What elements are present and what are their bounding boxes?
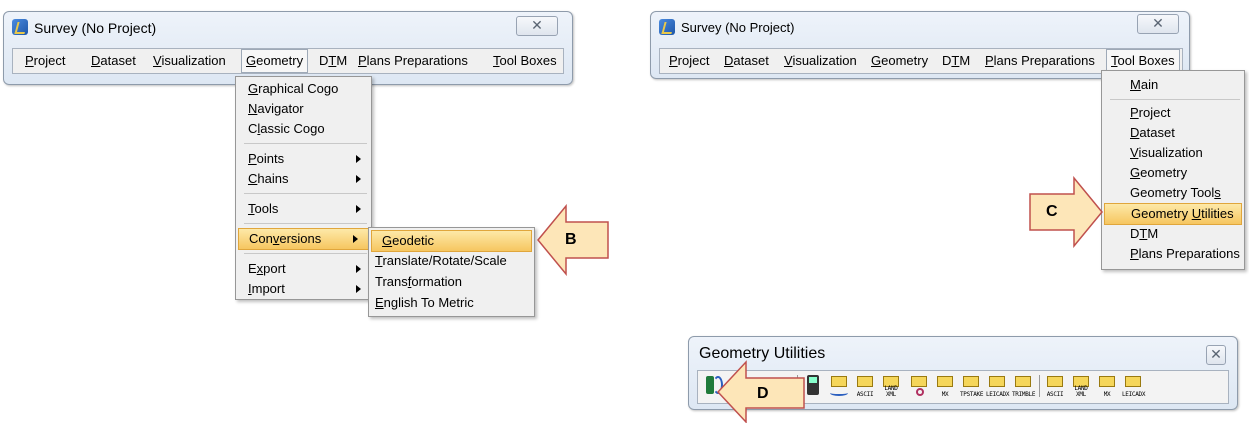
- menu-item-english-to-metric[interactable]: English To Metric: [369, 293, 534, 313]
- menu-item-chains[interactable]: Chains: [236, 169, 371, 189]
- export-leicadx-2-icon[interactable]: LEICADX: [1122, 374, 1145, 398]
- menu-plans-preparations[interactable]: Plans Preparations: [358, 53, 468, 68]
- menu-item-geometry-tools[interactable]: Geometry Tools: [1102, 183, 1244, 203]
- menu-project[interactable]: Project: [25, 53, 65, 68]
- menu-geometry[interactable]: Geometry: [241, 49, 309, 73]
- window-title: Survey (No Project): [681, 20, 795, 35]
- separator: [1110, 99, 1240, 100]
- export-landxml-icon[interactable]: LAND XML: [1070, 374, 1092, 398]
- submenu-arrow-icon: [356, 285, 361, 293]
- separator: [244, 143, 367, 144]
- submenu-arrow-icon: [356, 175, 361, 183]
- callout-label-d: D: [757, 385, 769, 402]
- close-button[interactable]: ✕: [1206, 345, 1226, 365]
- menu-item-project[interactable]: Project: [1102, 103, 1244, 123]
- survey-window-left: Survey (No Project) ✕ Project Dataset Vi…: [3, 11, 573, 85]
- menu-visualization[interactable]: Visualization: [784, 53, 857, 68]
- close-button[interactable]: ✕: [516, 16, 558, 36]
- submenu-arrow-icon: [356, 155, 361, 163]
- menu-item-geometry-utilities[interactable]: Geometry Utilities: [1104, 203, 1242, 225]
- menu-item-geodetic[interactable]: Geodetic: [371, 230, 532, 252]
- menu-item-navigator[interactable]: Navigator: [236, 99, 371, 119]
- menu-item-visualization[interactable]: Visualization: [1102, 143, 1244, 163]
- network-icon[interactable]: [908, 374, 930, 398]
- toolbar-separator: [1039, 375, 1040, 397]
- export-trimble-icon[interactable]: TRIMBLE: [1012, 374, 1035, 398]
- close-icon: ✕: [531, 17, 543, 33]
- survey-app-icon: [659, 19, 675, 35]
- menu-item-classic-cogo[interactable]: Classic Cogo: [236, 119, 371, 139]
- callout-label-b: B: [565, 231, 577, 248]
- separator: [244, 223, 367, 224]
- menu-item-main[interactable]: Main: [1102, 75, 1244, 95]
- menu-geometry[interactable]: Geometry: [871, 53, 928, 68]
- menu-item-import[interactable]: Import: [236, 279, 371, 299]
- conversions-submenu: Geodetic Translate/Rotate/Scale Transfor…: [368, 227, 535, 317]
- menu-item-translate-rotate-scale[interactable]: Translate/Rotate/Scale: [369, 251, 534, 271]
- export-mx-icon[interactable]: MX: [934, 374, 956, 398]
- menu-item-tools[interactable]: Tools: [236, 199, 371, 219]
- close-button[interactable]: ✕: [1137, 14, 1179, 34]
- menu-bar: Project Dataset Visualization Geometry D…: [12, 48, 564, 74]
- menu-item-graphical-cogo[interactable]: Graphical Cogo: [236, 79, 371, 99]
- export-mx-2-icon[interactable]: MX: [1096, 374, 1118, 398]
- menu-item-transformation[interactable]: Transformation: [369, 272, 534, 292]
- menu-plans-preparations[interactable]: Plans Preparations: [985, 53, 1095, 68]
- menu-tool-boxes[interactable]: Tool Boxes: [493, 53, 557, 68]
- export-tpstake-icon[interactable]: TPSTAKE: [960, 374, 983, 398]
- menu-item-dtm[interactable]: DTM: [1102, 224, 1244, 244]
- survey-app-icon: [12, 19, 28, 35]
- submenu-arrow-icon: [353, 235, 358, 243]
- submenu-arrow-icon: [356, 265, 361, 273]
- export-leicadx-icon[interactable]: LEICADX: [986, 374, 1009, 398]
- menu-dataset[interactable]: Dataset: [724, 53, 769, 68]
- menu-item-geometry[interactable]: Geometry: [1102, 163, 1244, 183]
- submenu-arrow-icon: [356, 205, 361, 213]
- separator: [244, 253, 367, 254]
- menu-dataset[interactable]: Dataset: [91, 53, 136, 68]
- menu-dtm[interactable]: DTM: [319, 53, 347, 68]
- import-ascii-icon[interactable]: ASCII: [854, 374, 876, 398]
- close-icon: ✕: [1152, 15, 1164, 31]
- toolboxes-dropdown: Main Project Dataset Visualization Geome…: [1101, 70, 1245, 270]
- menu-visualization[interactable]: Visualization: [153, 53, 226, 68]
- menu-item-export[interactable]: Export: [236, 259, 371, 279]
- menu-item-conversions[interactable]: Conversions: [238, 228, 369, 250]
- menu-project[interactable]: Project: [669, 53, 709, 68]
- menu-item-points[interactable]: Points: [236, 149, 371, 169]
- menu-item-plans-preparations[interactable]: Plans Preparations: [1102, 244, 1244, 264]
- callout-arrow-c: [1029, 176, 1103, 248]
- callout-label-c: C: [1046, 203, 1058, 220]
- export-ascii-icon[interactable]: ASCII: [1044, 374, 1066, 398]
- import-landxml-icon[interactable]: LAND XML: [880, 374, 902, 398]
- close-icon: ✕: [1210, 346, 1222, 362]
- window-title: Survey (No Project): [34, 20, 157, 36]
- geometry-dropdown: Graphical Cogo Navigator Classic Cogo Po…: [235, 76, 372, 300]
- menu-item-dataset[interactable]: Dataset: [1102, 123, 1244, 143]
- survey-window-right: Survey (No Project) ✕ Project Dataset Vi…: [650, 11, 1190, 79]
- menu-dtm[interactable]: DTM: [942, 53, 970, 68]
- import-curve-icon[interactable]: [828, 374, 850, 398]
- separator: [244, 193, 367, 194]
